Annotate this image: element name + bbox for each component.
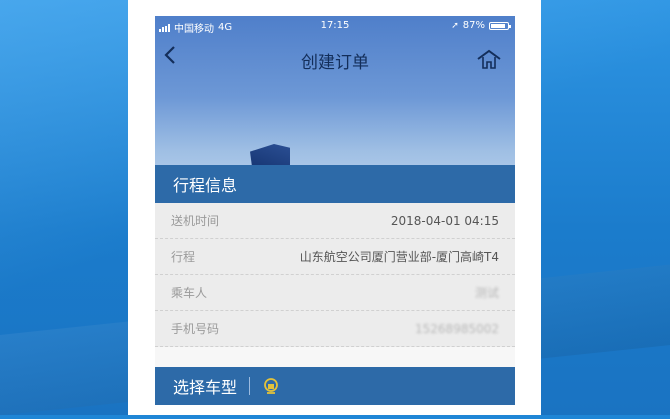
row-label: 送机时间 — [171, 214, 220, 228]
page-title: 创建订单 — [301, 53, 369, 73]
status-bar: 中国移动 4G 17:15 ➚ 87% — [155, 16, 515, 36]
row-label: 乘车人 — [171, 286, 208, 300]
status-right: ➚ 87% — [451, 20, 511, 31]
app-screen: 中国移动 4G 17:15 ➚ 87% 创建订单 行程信息 送机时间 2018-… — [155, 16, 515, 415]
row-label: 手机号码 — [171, 322, 220, 336]
battery-icon — [489, 21, 511, 30]
trip-info-header: 行程信息 — [155, 165, 515, 203]
row-value: 15268985002 — [415, 321, 499, 336]
row-value: 2018-04-01 04:15 — [390, 213, 499, 228]
row-route[interactable]: 行程 山东航空公司厦门营业部-厦门高崎T4 — [155, 239, 515, 275]
home-icon[interactable] — [475, 48, 503, 72]
row-time[interactable]: 送机时间 2018-04-01 04:15 — [155, 203, 515, 239]
battery-percent: 87% — [462, 20, 485, 31]
trip-info-list: 送机时间 2018-04-01 04:15 行程 山东航空公司厦门营业部-厦门高… — [155, 203, 515, 347]
row-phone[interactable]: 手机号码 15268985002 — [155, 311, 515, 347]
row-value: 测试 — [474, 286, 499, 300]
vehicle-type-title: 选择车型 — [173, 378, 238, 397]
row-label: 行程 — [171, 250, 196, 264]
divider — [249, 377, 251, 395]
footer-area — [155, 405, 515, 415]
nav-bar: 创建订单 — [155, 42, 515, 76]
badge-icon — [262, 376, 280, 396]
trip-info-title: 行程信息 — [173, 176, 238, 195]
section-spacer — [155, 347, 515, 367]
row-passenger[interactable]: 乘车人 测试 — [155, 275, 515, 311]
row-value: 山东航空公司厦门营业部-厦门高崎T4 — [299, 250, 499, 264]
vehicle-type-header[interactable]: 选择车型 — [155, 367, 515, 405]
location-icon: ➚ — [451, 20, 459, 31]
